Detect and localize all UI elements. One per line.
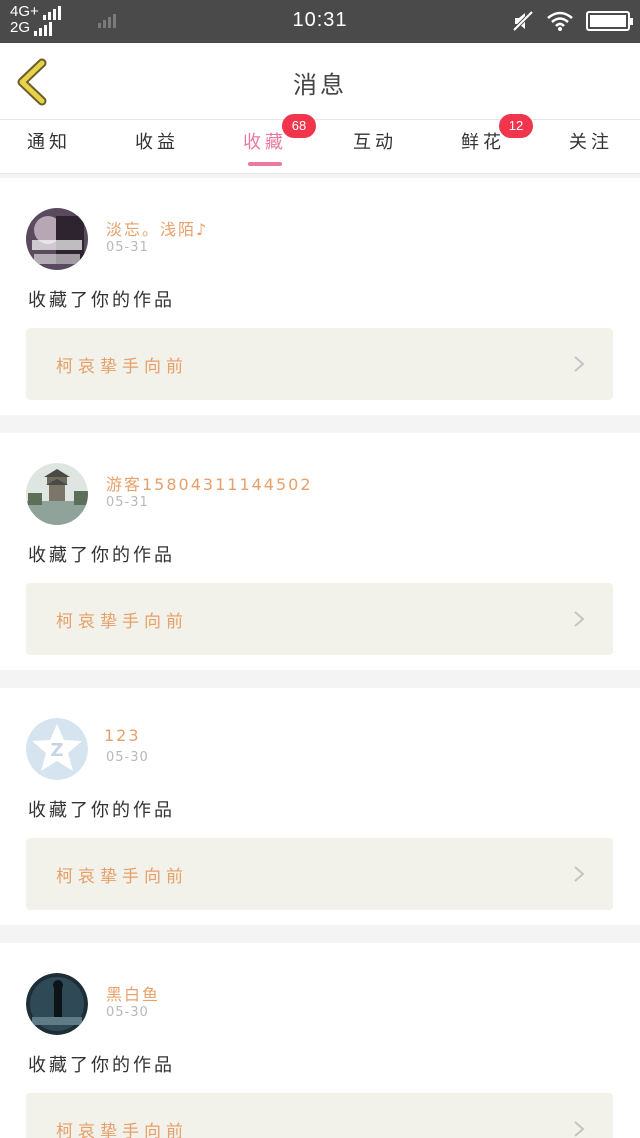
chevron-right-icon [574, 356, 585, 372]
work-title: 柯哀挚手向前 [56, 357, 188, 377]
active-tab-indicator [248, 162, 282, 166]
work-link[interactable]: 柯哀挚手向前 [26, 328, 613, 400]
chevron-right-icon [574, 611, 585, 627]
avatar[interactable]: Z [26, 718, 88, 780]
nickname[interactable]: 游客15804311144502 [106, 471, 313, 495]
work-link[interactable]: 柯哀挚手向前 [26, 1093, 613, 1138]
favorites-badge: 68 [282, 114, 316, 138]
tab-label: 收藏 [243, 132, 287, 153]
tab-label: 互动 [353, 132, 397, 153]
tab-interactions[interactable]: 互动 [330, 128, 420, 168]
message-text: 收藏了你的作品 [28, 1055, 175, 1076]
tab-label: 通知 [27, 132, 71, 153]
chevron-right-icon [574, 866, 585, 882]
message-text: 收藏了你的作品 [28, 545, 175, 566]
svg-text:Z: Z [50, 740, 63, 761]
nickname[interactable]: 淡忘。浅陌♪ [106, 216, 208, 240]
work-title: 柯哀挚手向前 [56, 1122, 188, 1138]
battery-icon [586, 11, 633, 31]
date: 05-31 [106, 495, 149, 510]
tab-earnings[interactable]: 收益 [112, 128, 202, 168]
work-link[interactable]: 柯哀挚手向前 [26, 838, 613, 910]
work-title: 柯哀挚手向前 [56, 612, 188, 632]
date: 05-30 [106, 750, 149, 765]
message-card[interactable]: 游客15804311144502 05-31 收藏了你的作品 柯哀挚手向前 [0, 433, 640, 670]
tab-label: 鲜花 [461, 132, 505, 153]
work-title: 柯哀挚手向前 [56, 867, 188, 887]
mute-icon [512, 11, 534, 31]
avatar[interactable] [26, 208, 88, 270]
work-link[interactable]: 柯哀挚手向前 [26, 583, 613, 655]
wifi-icon [547, 11, 573, 31]
message-card[interactable]: 黑白鱼 05-30 收藏了你的作品 柯哀挚手向前 [0, 943, 640, 1138]
header: 消息 [0, 43, 640, 119]
tab-label: 关注 [569, 132, 613, 153]
message-text: 收藏了你的作品 [28, 800, 175, 821]
status-bar: 4G+ 2G 10:31 [0, 0, 640, 43]
message-text: 收藏了你的作品 [28, 290, 175, 311]
avatar[interactable] [26, 463, 88, 525]
date: 05-31 [106, 240, 149, 255]
message-card[interactable]: Z 123 05-30 收藏了你的作品 柯哀挚手向前 [0, 688, 640, 925]
chevron-right-icon [574, 1121, 585, 1137]
date: 05-30 [106, 1005, 149, 1020]
message-card[interactable]: 淡忘。浅陌♪ 05-31 收藏了你的作品 柯哀挚手向前 [0, 178, 640, 415]
avatar[interactable] [26, 973, 88, 1035]
page-title: 消息 [293, 71, 347, 99]
flowers-badge: 12 [499, 114, 533, 138]
nickname[interactable]: 123 [104, 726, 141, 745]
nickname[interactable]: 黑白鱼 [106, 981, 160, 1005]
tab-label: 收益 [135, 132, 179, 153]
tab-following[interactable]: 关注 [546, 128, 636, 168]
tab-notifications[interactable]: 通知 [4, 128, 94, 168]
tab-bar: 通知 收益 收藏 68 互动 鲜花 12 关注 [0, 114, 640, 174]
